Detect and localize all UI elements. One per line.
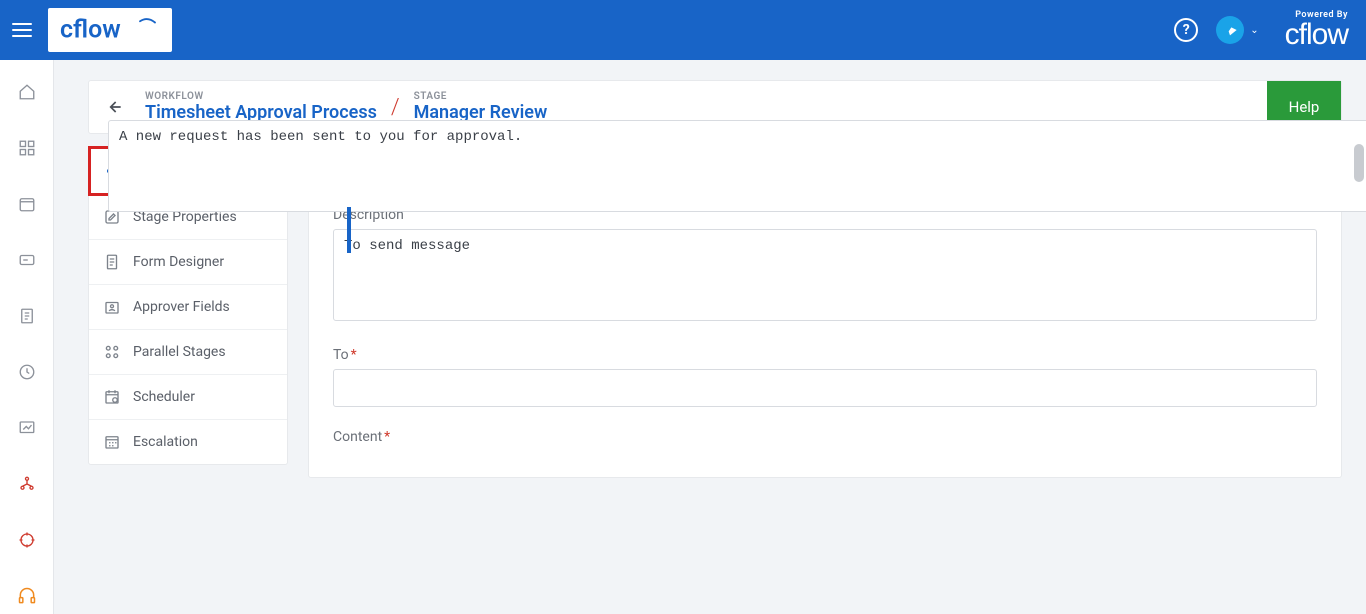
content-input[interactable] [108, 120, 1366, 212]
form-icon [103, 253, 121, 271]
analytics-icon[interactable] [17, 418, 37, 438]
sidemenu-item-label: Escalation [133, 434, 198, 450]
content-label: Content* [333, 429, 1317, 445]
active-menu-indicator [347, 207, 351, 253]
sidemenu-item-escalation[interactable]: Escalation [89, 420, 287, 464]
target-icon[interactable] [17, 530, 37, 550]
required-asterisk: * [384, 429, 390, 445]
nav-rail [0, 60, 54, 614]
sidemenu-item-approver-fields[interactable]: Approver Fields [89, 285, 287, 330]
dashboard-icon[interactable] [17, 138, 37, 158]
breadcrumb-workflow-label: WORKFLOW [145, 91, 377, 102]
description-input[interactable] [333, 229, 1317, 321]
breadcrumb-workflow[interactable]: WORKFLOW Timesheet Approval Process [139, 91, 383, 123]
topbar: cflow ? ⌄ Powered By cflow [0, 0, 1366, 60]
to-label: To* [333, 347, 1317, 363]
main-panel: SMS Configuration i Description To* Cont… [308, 146, 1342, 478]
workflow-builder-icon[interactable] [17, 474, 37, 494]
help-icon[interactable]: ? [1174, 18, 1198, 42]
breadcrumb-stage[interactable]: STAGE Manager Review [408, 91, 554, 123]
sms-config-form: Description To* Content* [308, 186, 1342, 478]
sidemenu-item-label: Form Designer [133, 254, 224, 270]
messenger-icon[interactable] [1216, 16, 1244, 44]
sidemenu-item-label: Parallel Stages [133, 344, 226, 360]
scheduler-icon [103, 388, 121, 406]
chevron-down-icon[interactable]: ⌄ [1250, 25, 1258, 36]
card-icon[interactable] [17, 250, 37, 270]
to-input[interactable] [333, 369, 1317, 407]
sidemenu-item-form-designer[interactable]: Form Designer [89, 240, 287, 285]
support-headset-icon[interactable] [17, 586, 37, 606]
calendar-icon[interactable] [17, 194, 37, 214]
scrollbar-thumb[interactable] [1354, 144, 1364, 182]
hamburger-menu-icon[interactable] [12, 18, 36, 42]
to-label-text: To [333, 347, 349, 363]
approver-icon [103, 298, 121, 316]
sidemenu-item-scheduler[interactable]: Scheduler [89, 375, 287, 420]
app-logo[interactable]: cflow [48, 8, 172, 52]
parallel-icon [103, 343, 121, 361]
required-asterisk: * [351, 347, 357, 363]
home-icon[interactable] [17, 82, 37, 102]
content-area: WORKFLOW Timesheet Approval Process / ST… [54, 60, 1366, 614]
sidemenu-item-parallel-stages[interactable]: Parallel Stages [89, 330, 287, 375]
content-label-text: Content [333, 429, 382, 445]
history-icon[interactable] [17, 362, 37, 382]
escalation-icon [103, 433, 121, 451]
sidemenu-item-label: Scheduler [133, 389, 195, 405]
sidemenu-item-label: Approver Fields [133, 299, 230, 315]
back-button[interactable] [89, 97, 139, 117]
notes-icon[interactable] [17, 306, 37, 326]
powered-by-brand: cflow [1285, 18, 1348, 51]
breadcrumb-separator: / [383, 85, 408, 120]
breadcrumb-stage-label: STAGE [414, 91, 548, 102]
powered-by-logo: Powered By cflow [1285, 11, 1348, 50]
svg-text:cflow: cflow [60, 16, 121, 45]
